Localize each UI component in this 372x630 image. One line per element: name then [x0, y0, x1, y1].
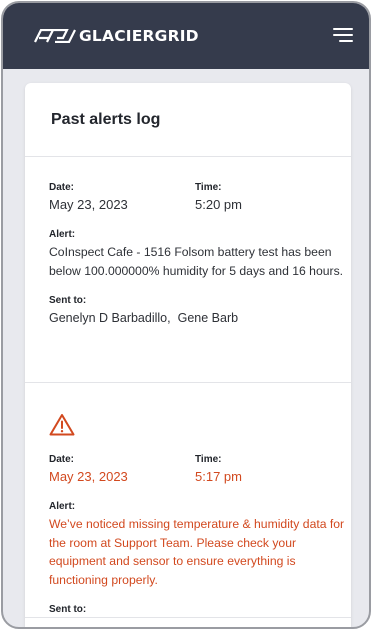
alert-label: Alert: — [49, 229, 76, 240]
date-value: May 23, 2023 — [49, 197, 128, 212]
alerts-log-card: Past alerts log Date: May 23, 2023 Time:… — [25, 83, 351, 627]
card-header: Past alerts log — [25, 83, 351, 157]
recipient-name: Genelyn D Barbadillo, — [49, 311, 171, 325]
brand-logo[interactable]: GLACIERGRID — [33, 27, 199, 45]
time-label: Time: — [195, 182, 222, 193]
alert-entry-warning: Date: May 23, 2023 Time: 5:17 pm Alert: … — [25, 383, 351, 618]
date-time-row: Date: May 23, 2023 Time: 5:20 pm — [49, 181, 351, 214]
sent-to-label: Sent to: — [49, 295, 87, 306]
alert-message: CoInspect Cafe - 1516 Folsom battery tes… — [49, 245, 344, 278]
phone-frame: GLACIERGRID Past alerts log Date: May 23… — [1, 1, 371, 629]
recipients-list: Genelyn D Barbadillo, Gene Barb — [49, 309, 351, 327]
time-value: 5:17 pm — [195, 469, 242, 484]
date-value: May 23, 2023 — [49, 469, 128, 484]
date-time-row: Date: May 23, 2023 Time: 5:17 pm — [49, 453, 351, 486]
time-label: Time: — [195, 454, 222, 465]
alert-label: Alert: — [49, 501, 76, 512]
alert-entry: Date: May 23, 2023 Time: 5:20 pm Alert: … — [25, 157, 351, 383]
hamburger-menu-icon[interactable] — [333, 28, 353, 42]
alert-message: We’ve noticed missing temperature & humi… — [49, 517, 345, 587]
glaciergrid-logo-icon — [34, 29, 76, 43]
brand-name: GLACIERGRID — [79, 27, 199, 45]
time-value: 5:20 pm — [195, 197, 242, 212]
warning-triangle-icon — [49, 414, 75, 436]
date-label: Date: — [49, 454, 75, 465]
sent-to-label: Sent to: — [49, 604, 87, 615]
recipient-name: Gene Barb — [177, 311, 239, 325]
page-title: Past alerts log — [51, 110, 161, 128]
date-label: Date: — [49, 182, 75, 193]
top-navigation-bar: GLACIERGRID — [3, 3, 369, 69]
